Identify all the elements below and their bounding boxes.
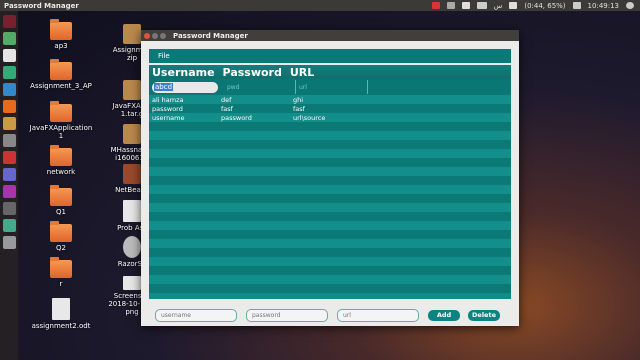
netbeans-icon <box>123 164 141 184</box>
image-icon <box>123 276 141 290</box>
desktop-folder[interactable]: Q1 <box>25 185 97 216</box>
trash-icon[interactable] <box>2 236 16 249</box>
spreadsheet-icon[interactable] <box>2 66 16 79</box>
url-cell[interactable]: url <box>296 80 368 94</box>
keyboard-icon[interactable] <box>461 2 470 9</box>
chrome-icon[interactable] <box>2 32 16 45</box>
archive-icon <box>123 80 141 100</box>
delete-button[interactable]: Delete <box>468 309 500 321</box>
username-input[interactable] <box>155 308 237 322</box>
editor-icon[interactable] <box>2 185 16 198</box>
desktop-folder[interactable]: ap3 <box>25 19 97 50</box>
archive-icon <box>123 24 141 44</box>
top-panel: Password Manager س (0:44, 65%) 10:49:13 <box>0 0 640 11</box>
username-cell-editor[interactable]: abcd <box>152 81 218 93</box>
network-icon[interactable] <box>476 2 487 9</box>
empty-row <box>149 221 511 230</box>
day-label: س <box>493 1 503 10</box>
firefox-icon[interactable] <box>2 100 16 113</box>
window-titlebar[interactable]: Password Manager <box>141 30 519 41</box>
amazon-icon[interactable] <box>2 117 16 130</box>
empty-row <box>149 212 511 221</box>
desktop-folder[interactable]: Q2 <box>25 221 97 252</box>
table-edit-row[interactable]: abcd pwd url <box>149 79 511 95</box>
empty-row <box>149 284 511 293</box>
empty-row <box>149 275 511 284</box>
desktop-folder[interactable]: Assignment_3_AP <box>25 59 97 90</box>
empty-row <box>149 185 511 194</box>
desktop-folder[interactable]: r <box>25 257 97 288</box>
table-header: Username Password URL <box>149 65 511 79</box>
password-table[interactable]: Username Password URL abcd pwd url ali h… <box>149 65 511 299</box>
writer-icon[interactable] <box>2 83 16 96</box>
window-title: Password Manager <box>173 31 248 40</box>
archive-icon <box>123 124 141 144</box>
power-gear-icon[interactable] <box>626 2 634 9</box>
table-row[interactable]: ali hamza def ghi <box>149 95 511 104</box>
folder-icon <box>50 221 72 242</box>
password-manager-window: Password Manager File Username Password … <box>141 30 519 326</box>
battery-icon[interactable] <box>509 2 518 9</box>
active-app-title: Password Manager <box>4 1 79 10</box>
empty-row <box>149 140 511 149</box>
empty-row <box>149 257 511 266</box>
minimize-icon[interactable] <box>152 32 158 39</box>
document-icon <box>123 200 141 222</box>
folder-icon <box>50 145 72 166</box>
record-icon[interactable] <box>431 2 440 9</box>
empty-row <box>149 266 511 275</box>
table-row[interactable]: password fasf fasf <box>149 104 511 113</box>
empty-row <box>149 158 511 167</box>
terminal-icon[interactable] <box>2 202 16 215</box>
table-row[interactable]: username password url\source <box>149 113 511 122</box>
header-password[interactable]: Password <box>223 66 282 79</box>
folder-icon <box>50 19 72 40</box>
system-tray: س (0:44, 65%) 10:49:13 <box>431 1 640 10</box>
maximize-icon[interactable] <box>160 32 166 39</box>
battery-status: (0:44, 65%) <box>524 1 566 10</box>
folder-icon <box>50 59 72 80</box>
folder-icon <box>50 101 72 122</box>
entry-form: Add Delete <box>149 308 511 322</box>
settings-icon[interactable] <box>2 134 16 147</box>
empty-row <box>149 203 511 212</box>
desktop-file[interactable]: assignment2.odt <box>25 298 97 330</box>
empty-row <box>149 167 511 176</box>
empty-row <box>149 131 511 140</box>
add-button[interactable]: Add <box>428 309 460 321</box>
menubar: File <box>149 49 511 63</box>
password-input[interactable] <box>246 308 328 322</box>
razor-icon <box>123 236 141 258</box>
empty-row <box>149 149 511 158</box>
header-url[interactable]: URL <box>290 66 314 79</box>
header-username[interactable]: Username <box>152 66 215 79</box>
folder-icon <box>50 257 72 278</box>
menu-file[interactable]: File <box>158 52 170 60</box>
empty-row <box>149 230 511 239</box>
desktop-folder[interactable]: JavaFXApplication 1 <box>25 101 97 140</box>
url-input[interactable] <box>337 308 419 322</box>
empty-row <box>149 239 511 248</box>
app-icon[interactable] <box>2 219 16 232</box>
folder-icon <box>50 185 72 206</box>
empty-row <box>149 122 511 131</box>
desktop-folder[interactable]: network <box>25 145 97 176</box>
files-icon[interactable] <box>2 49 16 62</box>
empty-row <box>149 176 511 185</box>
clock[interactable]: 10:49:13 <box>588 2 619 10</box>
vm-icon[interactable] <box>2 168 16 181</box>
close-icon[interactable] <box>144 32 150 39</box>
launcher <box>0 11 18 360</box>
empty-row <box>149 194 511 203</box>
empty-row <box>149 248 511 257</box>
dropbox-icon[interactable] <box>446 2 455 9</box>
volume-icon[interactable] <box>572 2 581 9</box>
dash-icon[interactable] <box>2 15 16 28</box>
document-icon <box>52 298 70 320</box>
password-cell[interactable]: pwd <box>224 80 296 94</box>
software-icon[interactable] <box>2 151 16 164</box>
